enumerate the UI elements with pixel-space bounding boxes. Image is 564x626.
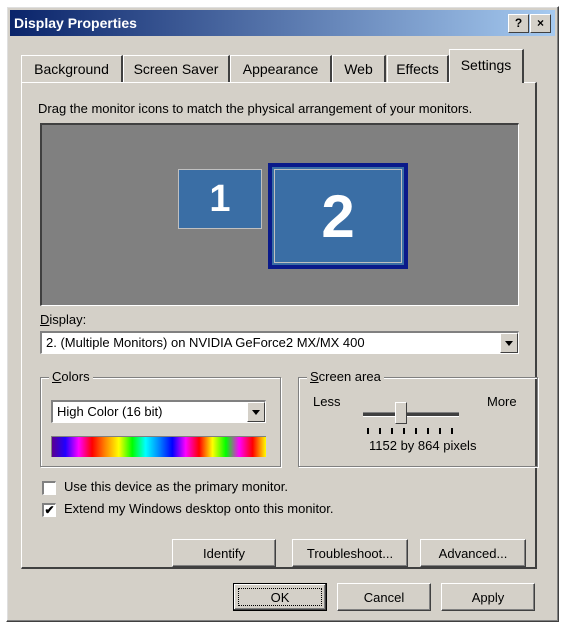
title-bar[interactable]: Display Properties ? × [10,10,555,36]
screen-area-less-label: Less [313,394,341,409]
slider-ticks [367,428,457,434]
apply-button[interactable]: Apply [441,583,535,611]
troubleshoot-button[interactable]: Troubleshoot... [292,539,408,567]
tab-settings[interactable]: Settings [449,49,524,83]
instructions-text: Drag the monitor icons to match the phys… [38,101,473,116]
monitor-1-icon[interactable]: 1 [178,169,262,229]
display-select[interactable]: 2. (Multiple Monitors) on NVIDIA GeForce… [40,331,519,354]
colors-group: Colors High Color (16 bit) [40,369,281,467]
tab-appearance[interactable]: Appearance [230,55,332,82]
screen-area-more-label: More [487,394,517,409]
extend-desktop-label[interactable]: Extend my Windows desktop onto this moni… [64,501,334,516]
cancel-button[interactable]: Cancel [337,583,431,611]
tab-web[interactable]: Web [332,55,386,82]
screen-area-slider-thumb[interactable] [395,402,407,424]
monitor-2-icon[interactable]: 2 [268,163,408,269]
screen-area-group: Screen area Less More 1152 by 864 pixels [298,369,538,467]
screen-area-slider-track[interactable] [363,412,459,417]
advanced-button[interactable]: Advanced... [420,539,526,567]
help-button[interactable]: ? [508,14,529,33]
chevron-down-icon[interactable] [500,333,518,353]
display-select-value: 2. (Multiple Monitors) on NVIDIA GeForce… [46,335,365,350]
primary-monitor-label[interactable]: Use this device as the primary monitor. [64,479,288,494]
color-spectrum-bar [51,436,266,457]
display-properties-window: Display Properties ? × Background Screen… [6,6,559,622]
tab-screen-saver[interactable]: Screen Saver [123,55,230,82]
settings-panel: Drag the monitor icons to match the phys… [21,82,538,569]
monitor-2-number: 2 [321,182,355,250]
colors-select-value: High Color (16 bit) [57,404,163,419]
extend-desktop-checkbox[interactable]: ✔ [42,503,56,517]
colors-select[interactable]: High Color (16 bit) [51,400,266,423]
monitor-arrangement-area[interactable]: 1 2 [40,123,519,306]
primary-monitor-checkbox[interactable] [42,481,56,495]
close-button[interactable]: × [530,14,551,33]
monitor-1-number: 1 [209,177,231,220]
tab-background[interactable]: Background [21,55,123,82]
chevron-down-icon[interactable] [247,402,265,422]
identify-button[interactable]: Identify [172,539,276,567]
screen-area-value: 1152 by 864 pixels [369,438,477,453]
colors-group-title: Colors [49,369,93,384]
ok-button[interactable]: OK [233,583,327,611]
screen-area-group-title: Screen area [307,369,384,384]
window-title: Display Properties [14,15,137,31]
display-label: Display: [40,312,87,327]
tab-effects[interactable]: Effects [387,55,449,82]
